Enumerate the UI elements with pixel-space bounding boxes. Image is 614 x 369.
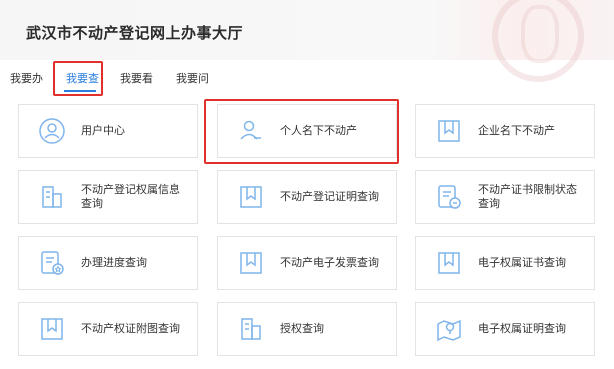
card-label: 企业名下不动产: [478, 124, 555, 137]
card-label: 办理进度查询: [81, 256, 147, 269]
card-label: 不动产证书限制状态查询: [478, 183, 577, 210]
tab-wen[interactable]: 我要问: [176, 70, 209, 86]
card-label: 授权查询: [280, 322, 324, 335]
card-restriction-status[interactable]: 不动产证书限制状态查询: [415, 170, 595, 224]
card-enterprise-property[interactable]: 企业名下不动产: [415, 104, 595, 158]
card-e-invoice-query[interactable]: 不动产电子发票查询: [217, 236, 397, 290]
bookmark-icon: [436, 250, 462, 276]
card-certificate-query[interactable]: 不动产登记证明查询: [217, 170, 397, 224]
card-user-center[interactable]: 用户中心: [18, 104, 198, 158]
page-title: 武汉市不动产登记网上办事大厅: [26, 24, 244, 42]
bookmark-icon: [238, 184, 264, 210]
bookmark-icon: [39, 316, 65, 342]
bookmark-icon: [238, 250, 264, 276]
building-icon: [238, 316, 264, 342]
header-decoration-inner: [521, 5, 559, 63]
card-attached-map-query[interactable]: 不动产权证附图查询: [18, 302, 198, 356]
card-authorization-query[interactable]: 授权查询: [217, 302, 397, 356]
card-label: 用户中心: [81, 124, 125, 137]
card-label: 不动产电子发票查询: [280, 256, 379, 269]
tab-kan[interactable]: 我要看: [120, 70, 153, 86]
card-label: 不动产登记权属信息查询: [81, 183, 180, 210]
card-e-proof-query[interactable]: 电子权属证明查询: [415, 302, 595, 356]
tab-highlight-box: [53, 61, 103, 96]
map-pin-icon: [436, 316, 462, 342]
card-progress-query[interactable]: 办理进度查询: [18, 236, 198, 290]
card-label: 不动产登记证明查询: [280, 190, 379, 203]
document-lock-icon: [436, 184, 462, 210]
header-banner: 武汉市不动产登记网上办事大厅: [0, 0, 614, 82]
tab-ban[interactable]: 我要办: [10, 70, 43, 86]
bookmark-icon: [436, 118, 462, 144]
card-label: 电子权属证明查询: [478, 322, 566, 335]
building-icon: [39, 184, 65, 210]
card-highlight-box: [204, 99, 399, 164]
document-star-icon: [39, 250, 65, 276]
card-label: 不动产权证附图查询: [81, 322, 180, 335]
card-label: 电子权属证书查询: [478, 256, 566, 269]
card-ownership-info[interactable]: 不动产登记权属信息查询: [18, 170, 198, 224]
card-e-certificate-query[interactable]: 电子权属证书查询: [415, 236, 595, 290]
user-circle-icon: [39, 118, 65, 144]
